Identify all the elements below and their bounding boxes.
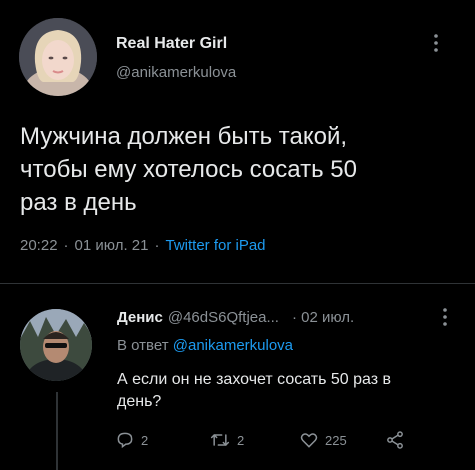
replying-to-handle[interactable]: @anikamerkulova [173,337,293,354]
main-author-handle[interactable]: @anikamerkulova [116,64,236,81]
meta-separator: · [154,237,160,254]
reply-date[interactable]: · 02 июл. [292,309,354,326]
reply-header: Денис @46dS6Qftjea... · 02 июл. [117,309,354,326]
share-button[interactable] [385,430,405,450]
reply-avatar[interactable] [20,309,92,381]
reply-thread-line [56,392,58,470]
reply-text-line: день? [117,393,162,410]
retweet-icon [209,430,231,450]
reply-text-line: А если он не захочет сосать 50 раз в [117,371,392,388]
reply-count: 2 [141,432,149,448]
main-more-icon[interactable] [431,32,441,54]
share-icon [385,430,405,450]
main-tweet-client[interactable]: Twitter for iPad [165,237,265,254]
reply-author-name[interactable]: Денис [117,309,163,326]
meta-separator: · [63,237,69,254]
like-button[interactable]: 225 [299,430,347,450]
reply-button[interactable]: 2 [115,430,148,450]
main-tweet-text: Мужчина должен быть такой, чтобы ему хот… [20,120,470,219]
main-tweet-time[interactable]: 20:22 [20,237,58,254]
main-tweet-line: раз в день [20,189,137,216]
main-author-name[interactable]: Real Hater Girl [116,35,227,53]
replying-to-prefix: В ответ [117,337,169,354]
main-tweet-line: Мужчина должен быть такой, [20,123,348,150]
reply-author-handle[interactable]: @46dS6Qftjea... [168,309,279,326]
main-tweet-line: чтобы ему хотелось сосать 50 [20,156,357,183]
tweet-divider [0,283,475,284]
like-count: 225 [325,432,347,448]
replying-to: В ответ @anikamerkulova [117,337,293,354]
main-tweet-meta: 20:22 · 01 июл. 21 · Twitter for iPad [20,237,266,254]
like-icon [299,430,319,450]
main-tweet-date[interactable]: 01 июл. 21 [75,237,149,254]
reply-text: А если он не захочет сосать 50 раз в ден… [117,369,467,413]
reply-more-icon[interactable] [440,306,450,328]
retweet-button[interactable]: 2 [209,430,244,450]
avatar-photo [19,18,97,96]
reply-avatar-photo [20,309,92,381]
reply-icon [115,430,135,450]
main-avatar[interactable] [19,18,97,96]
retweet-count: 2 [237,432,245,448]
